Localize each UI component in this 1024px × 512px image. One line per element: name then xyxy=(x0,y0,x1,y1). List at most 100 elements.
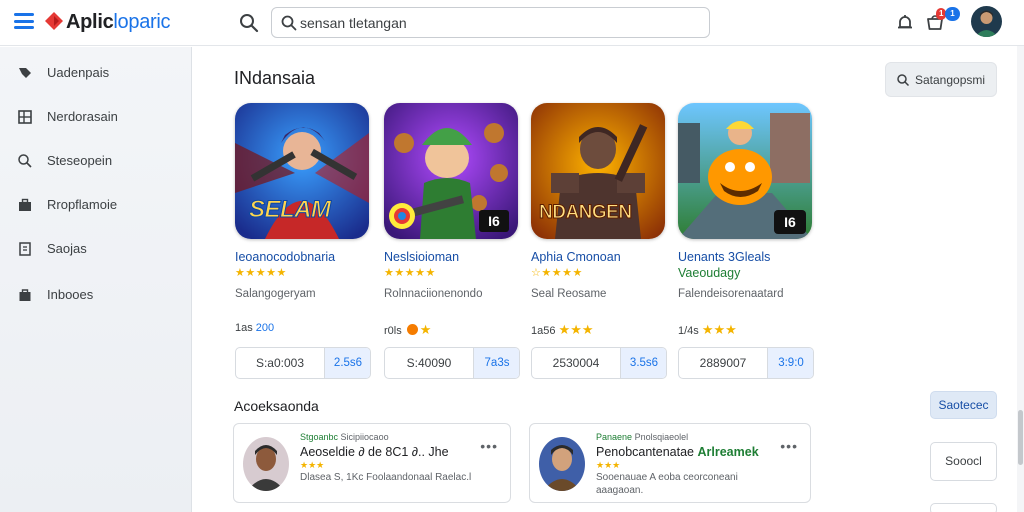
thumb-badge-text: I6 xyxy=(479,210,509,232)
meta-label: 1/4s xyxy=(678,325,699,337)
app-logo[interactable]: Aplicloparic xyxy=(66,11,171,34)
sidebar-item-nerdorasain[interactable]: Nerdorasain xyxy=(0,100,192,134)
app-thumbnail[interactable]: I6 xyxy=(678,103,812,239)
rating-stars: ★★★ xyxy=(300,460,325,470)
app-title[interactable]: Neslsioioman xyxy=(384,249,529,265)
sidebar-item-label: Steseopein xyxy=(47,153,113,168)
app-meta: 1/4s ★★★ xyxy=(678,322,737,338)
price-group[interactable]: 2889007 3:9:0 xyxy=(678,347,814,379)
sidebar-item-label: Nerdorasain xyxy=(47,109,118,124)
app-thumbnail[interactable]: NDANGEN xyxy=(531,103,665,239)
app-card[interactable]: SELAM Ieoanocodobnaria ★★★★★ Salangogery… xyxy=(235,103,371,383)
sidebar-item-saojas[interactable]: Saojas xyxy=(0,232,192,266)
avatar-image xyxy=(971,6,1002,37)
user-avatar[interactable] xyxy=(971,6,1002,37)
list-item[interactable]: Stgoanbc Sicipiiocaoo Aeoseldie ∂ de 8C1… xyxy=(233,423,511,503)
top-bar: Aplicloparic 1 1 xyxy=(0,0,1024,46)
secondary-button[interactable]: Sooocl xyxy=(930,442,997,481)
more-options-icon[interactable]: ••• xyxy=(780,438,798,454)
meta-label: 1a56 xyxy=(531,325,556,337)
search-input[interactable] xyxy=(300,12,700,34)
message-badge: 1 xyxy=(945,7,960,21)
search-icon[interactable] xyxy=(238,12,260,34)
price-value[interactable]: 2530004 xyxy=(532,348,621,378)
app-title-line2: Vaeoudagy xyxy=(678,266,741,280)
filter-button[interactable]: Satangopsmi xyxy=(885,62,997,97)
sidebar-item-uadenpais[interactable]: Uadenpais xyxy=(0,56,192,90)
list-tag-secondary: Pnolsqiaeolel xyxy=(634,432,689,442)
avatar-image xyxy=(539,437,585,491)
price-value[interactable]: S:40090 xyxy=(385,348,474,378)
page-title: INdansaia xyxy=(234,68,316,88)
app-thumbnail[interactable]: SELAM xyxy=(235,103,369,239)
app-title[interactable]: Ieoanocodobnaria xyxy=(235,249,380,265)
sidebar-item-label: Inbooes xyxy=(47,287,94,302)
logo-icon xyxy=(45,12,63,30)
star-icon: ★★★ xyxy=(701,322,737,337)
secondary-button-partial[interactable] xyxy=(930,503,997,512)
list-title-accent: Arlreamek xyxy=(697,445,759,459)
app-meta: r0ls ★ xyxy=(384,322,431,338)
meta-value: 200 xyxy=(255,322,275,334)
section-subtitle: Acoeksaonda xyxy=(234,398,319,414)
search-bar[interactable] xyxy=(271,7,710,38)
sidebar-item-inbooes[interactable]: Inbooes xyxy=(0,278,192,312)
sidebar-item-steseopein[interactable]: Steseopein xyxy=(0,144,192,178)
bag-icon xyxy=(19,289,31,301)
list-tag: Stgoanbc Sicipiiocaoo xyxy=(300,432,389,442)
sidebar-item-rropflamoie[interactable]: Rropflamoie xyxy=(0,188,192,222)
list-item[interactable]: Panaene Pnolsqiaeolel Penobcantenatae Ar… xyxy=(529,423,811,503)
app-meta: 1as 200 xyxy=(235,322,274,334)
thumb-title-text: SELAM xyxy=(249,196,332,224)
grid-icon xyxy=(18,110,32,124)
logo-text-secondary: loparic xyxy=(113,11,171,33)
see-all-button[interactable]: Saotecec xyxy=(930,391,997,419)
price-action-button[interactable]: 7a3s xyxy=(474,348,519,378)
price-group[interactable]: S:a0:003 2.5s6 xyxy=(235,347,371,379)
star-icon: ★★★ xyxy=(558,322,594,337)
price-value[interactable]: S:a0:003 xyxy=(236,348,325,378)
menu-icon[interactable] xyxy=(14,13,34,29)
meta-label: r0ls xyxy=(384,325,402,337)
rating-stars: ★★★★★ xyxy=(235,267,287,279)
bell-icon[interactable] xyxy=(894,12,916,34)
app-meta: 1a56 ★★★ xyxy=(531,322,594,338)
app-developer: Falendeisorenaatard xyxy=(678,288,784,300)
more-options-icon[interactable]: ••• xyxy=(480,438,498,454)
star-icon: ★ xyxy=(419,322,432,337)
price-group[interactable]: S:40090 7a3s xyxy=(384,347,520,379)
app-title[interactable]: Aphia Cmonoan xyxy=(531,249,676,265)
sidebar-item-label: Uadenpais xyxy=(47,65,110,80)
document-icon xyxy=(19,242,31,256)
app-developer: Seal Reosame xyxy=(531,288,607,300)
list-title[interactable]: Aeoseldie ∂ de 8C1 ∂.. Jhe xyxy=(300,445,449,459)
search-people-icon xyxy=(18,154,32,168)
app-card[interactable]: I6 Neslsioioman ★★★★★ Rolnnaciionenondo … xyxy=(384,103,520,383)
list-title-main: Penobcantenatae xyxy=(596,445,695,459)
list-avatar xyxy=(539,437,585,491)
price-action-button[interactable]: 2.5s6 xyxy=(325,348,370,378)
price-value[interactable]: 2889007 xyxy=(679,348,768,378)
list-tag-primary: Panaene xyxy=(596,432,633,442)
price-action-button[interactable]: 3:9:0 xyxy=(768,348,813,378)
scrollbar-thumb[interactable] xyxy=(1018,410,1023,465)
meta-label: 1as xyxy=(235,322,256,334)
app-title[interactable]: Uenants 3Gleals Vaeoudagy xyxy=(678,249,823,281)
price-group[interactable]: 2530004 3.5s6 xyxy=(531,347,667,379)
rating-stars: ☆★★★★ xyxy=(531,267,583,279)
briefcase-icon xyxy=(19,198,31,211)
app-title-line1: Uenants 3Gleals xyxy=(678,250,771,264)
thumb-title-text: NDANGEN xyxy=(539,202,633,224)
orange-dot-icon xyxy=(406,324,418,335)
sidebar-item-label: Rropflamoie xyxy=(47,197,118,212)
list-avatar xyxy=(243,437,289,491)
tag-icon xyxy=(19,68,31,78)
thumb-badge-text: I6 xyxy=(774,210,806,234)
app-card[interactable]: I6 Uenants 3Gleals Vaeoudagy Falendeisore… xyxy=(678,103,814,383)
price-action-button[interactable]: 3.5s6 xyxy=(621,348,666,378)
rating-stars: ★★★★★ xyxy=(384,267,436,279)
list-title[interactable]: Penobcantenatae Arlreamek xyxy=(596,445,759,459)
app-card[interactable]: NDANGEN Aphia Cmonoan ☆★★★★ Seal Reosame… xyxy=(531,103,667,383)
rating-stars: ★★★ xyxy=(596,460,621,470)
app-thumbnail[interactable]: I6 xyxy=(384,103,518,239)
